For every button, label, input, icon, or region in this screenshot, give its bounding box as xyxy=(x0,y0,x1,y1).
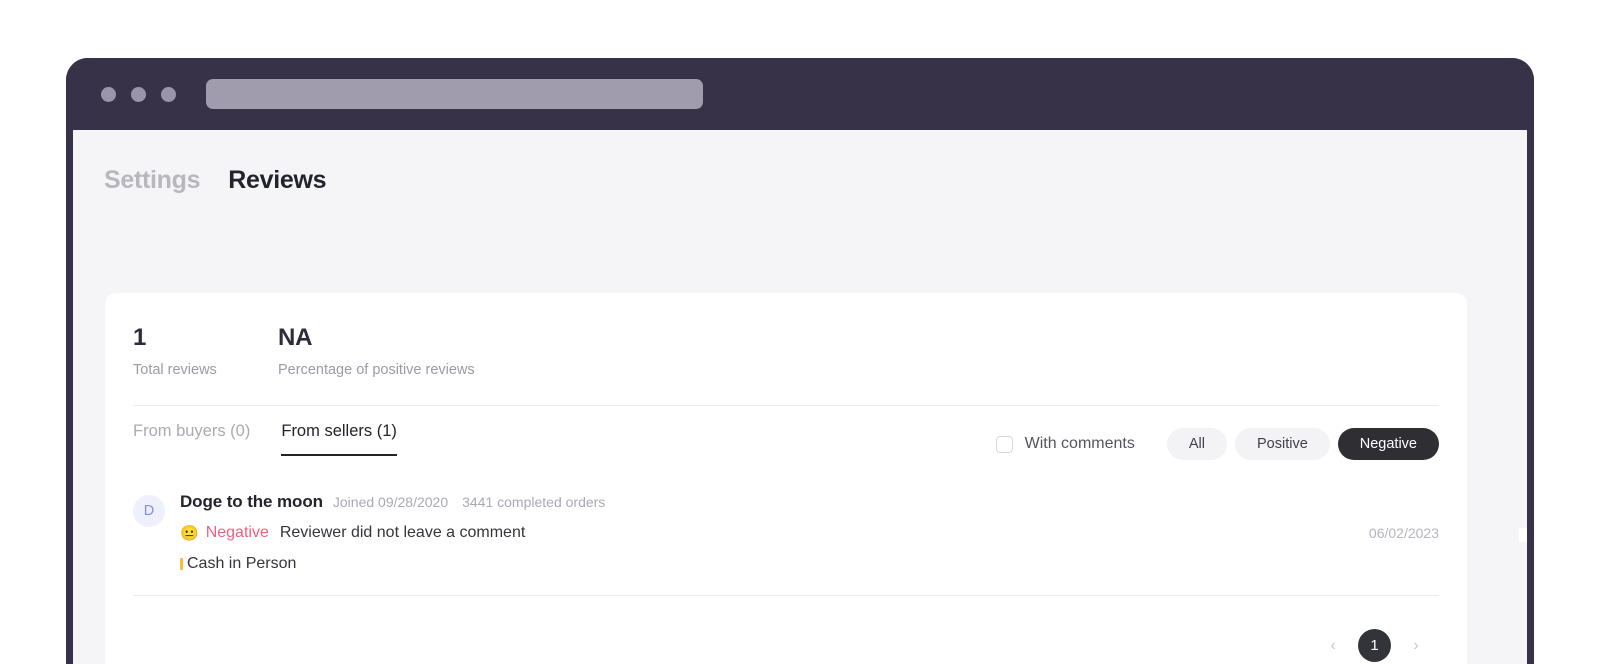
pagination-page-1-label: 1 xyxy=(1370,637,1379,654)
review-payment-method: Cash in Person xyxy=(187,555,297,572)
viewport-edge-notch xyxy=(1519,528,1527,542)
review-row: D Doge to the moon Joined 09/28/2020 344… xyxy=(133,484,1439,595)
review-body: Doge to the moon Joined 09/28/2020 3441 … xyxy=(180,492,1439,573)
browser-titlebar xyxy=(66,58,1534,130)
avatar: D xyxy=(133,495,165,527)
pagination-prev-glyph: ‹ xyxy=(1330,636,1336,654)
pagination-next-glyph: › xyxy=(1413,636,1419,654)
review-comment-text: Reviewer did not leave a comment xyxy=(279,524,526,541)
stat-positive-percentage-label: Percentage of positive reviews xyxy=(278,362,475,378)
stat-positive-percentage: NA Percentage of positive reviews xyxy=(278,323,475,378)
screenshot-root: Settings Reviews 1 Total reviews NA Perc… xyxy=(0,0,1600,664)
page-viewport: Settings Reviews 1 Total reviews NA Perc… xyxy=(73,130,1527,664)
sentiment-filter-all-label: All xyxy=(1188,436,1205,452)
avatar-initial: D xyxy=(143,503,155,519)
with-comments-filter[interactable]: With comments xyxy=(995,435,1135,453)
sentiment-filter-all[interactable]: All xyxy=(1166,428,1227,460)
stat-total-reviews-value: 1 xyxy=(133,324,147,351)
with-comments-label: With comments xyxy=(1024,435,1135,452)
review-payment-line: Cash in Person xyxy=(180,555,1439,573)
neutral-face-icon: 😐 xyxy=(180,524,199,542)
stat-positive-percentage-value: NA xyxy=(278,324,313,351)
filter-controls: With comments All Positive Negative xyxy=(995,428,1439,460)
reviews-toolbar: From buyers (0) From sellers (1) With co… xyxy=(105,406,1467,484)
traffic-lights xyxy=(101,86,176,102)
chevron-left-icon[interactable]: ‹ xyxy=(1320,633,1346,659)
source-tab-from-buyers-label: From buyers (0) xyxy=(133,422,251,440)
reviewer-joined-date: Joined 09/28/2020 xyxy=(332,494,449,510)
payment-method-marker-icon xyxy=(180,558,183,570)
source-tab-from-buyers[interactable]: From buyers (0) xyxy=(133,422,250,456)
source-tab-from-sellers[interactable]: From sellers (1) xyxy=(281,422,397,456)
address-bar-input[interactable] xyxy=(206,79,703,109)
minimize-dot[interactable] xyxy=(131,86,146,102)
reviewer-completed-orders: 3441 completed orders xyxy=(462,494,606,510)
stat-total-reviews: 1 Total reviews xyxy=(133,323,278,378)
app-tab-bar: Settings Reviews xyxy=(73,130,1527,195)
review-list: D Doge to the moon Joined 09/28/2020 344… xyxy=(105,484,1467,595)
reviewer-name[interactable]: Doge to the moon xyxy=(180,492,323,512)
sentiment-filter-negative-label: Negative xyxy=(1359,436,1417,452)
sentiment-filter-negative[interactable]: Negative xyxy=(1337,428,1439,460)
app-tab-settings-label: Settings xyxy=(104,166,201,194)
sentiment-filter-positive-label: Positive xyxy=(1256,436,1308,452)
stat-total-reviews-label: Total reviews xyxy=(133,362,217,378)
review-sentiment-line: 😐 Negative Reviewer did not leave a comm… xyxy=(180,524,1439,542)
with-comments-checkbox[interactable] xyxy=(995,435,1013,453)
review-sentiment-label: Negative xyxy=(205,524,269,541)
app-tab-reviews[interactable]: Reviews xyxy=(228,166,326,195)
chevron-right-icon[interactable]: › xyxy=(1403,633,1429,659)
app-tab-settings[interactable]: Settings xyxy=(104,166,201,195)
sentiment-filter-group: All Positive Negative xyxy=(1166,428,1439,460)
review-date: 06/02/2023 xyxy=(1368,525,1439,541)
reviews-card: 1 Total reviews NA Percentage of positiv… xyxy=(105,293,1467,664)
summary-stats: 1 Total reviews NA Percentage of positiv… xyxy=(105,293,1467,378)
close-dot[interactable] xyxy=(101,86,116,102)
source-tab-from-sellers-label: From sellers (1) xyxy=(281,422,397,440)
review-headline: Doge to the moon Joined 09/28/2020 3441 … xyxy=(180,492,1439,512)
browser-window: Settings Reviews 1 Total reviews NA Perc… xyxy=(66,58,1534,664)
pagination-page-1[interactable]: 1 xyxy=(1358,629,1391,662)
pagination: ‹ 1 › xyxy=(105,596,1467,662)
maximize-dot[interactable] xyxy=(161,86,176,102)
app-tab-reviews-label: Reviews xyxy=(228,166,327,194)
sentiment-filter-positive[interactable]: Positive xyxy=(1234,428,1330,460)
